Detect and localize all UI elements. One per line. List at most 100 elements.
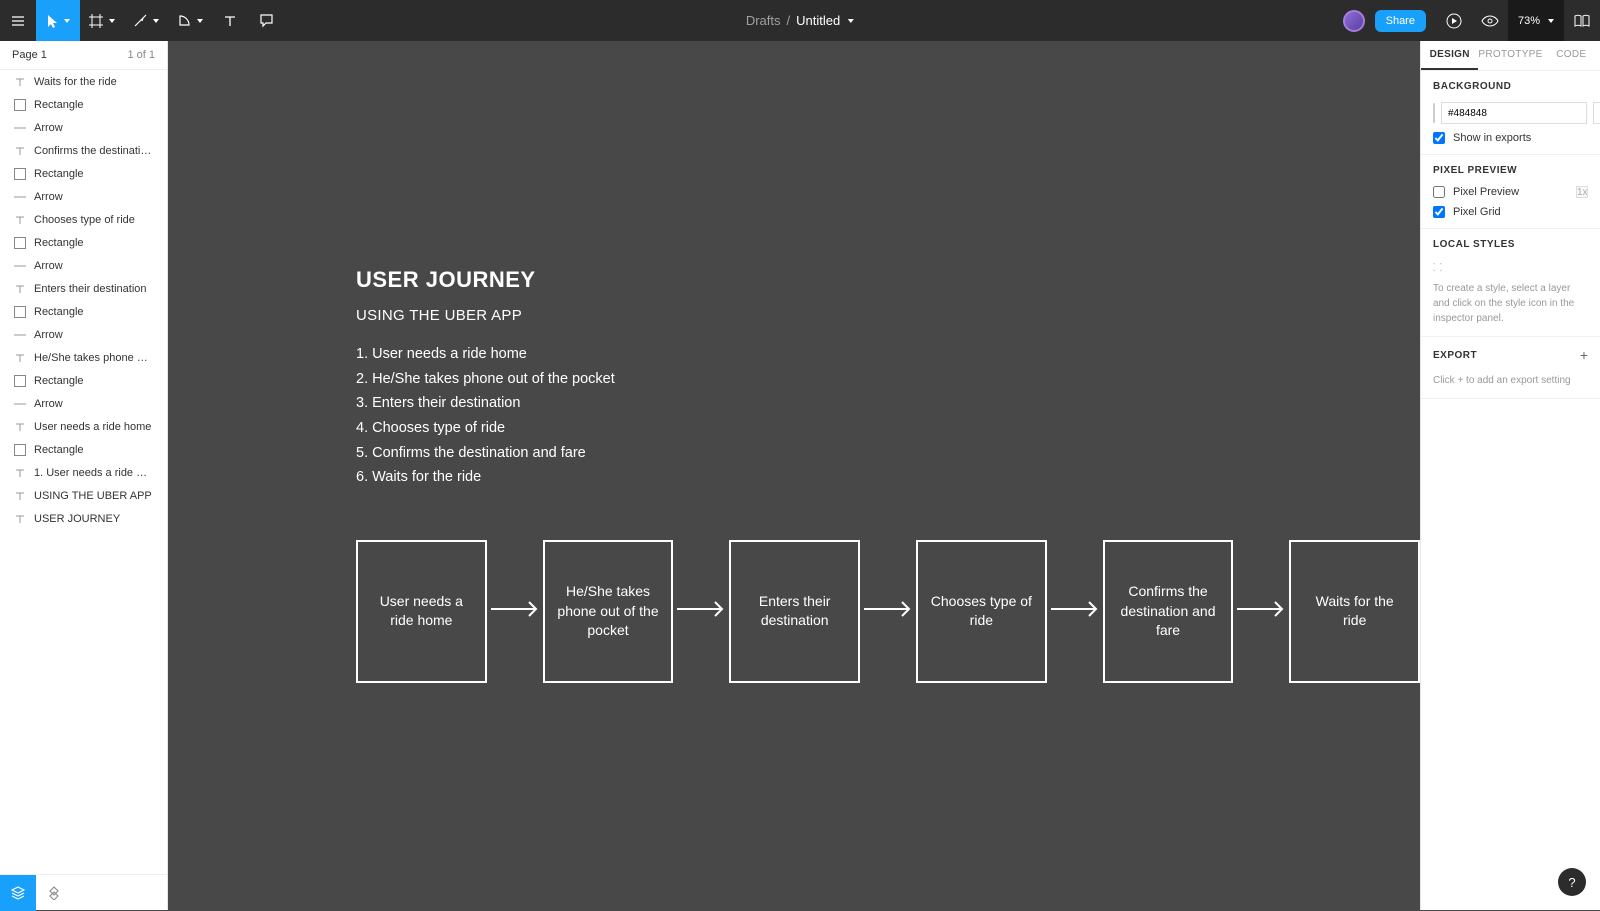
flow-box[interactable]: Chooses type of ride bbox=[916, 540, 1047, 683]
flow-arrow[interactable] bbox=[860, 597, 916, 626]
layer-label: He/She takes phone out of th… bbox=[34, 352, 153, 364]
breadcrumb-sep: / bbox=[786, 13, 790, 28]
show-in-exports-row[interactable]: Show in exports bbox=[1433, 132, 1588, 144]
page-header[interactable]: Page 1 1 of 1 bbox=[0, 41, 167, 70]
layer-item[interactable]: Arrow bbox=[0, 185, 167, 208]
help-icon: ? bbox=[1568, 875, 1575, 890]
menu-button[interactable] bbox=[0, 0, 36, 41]
layer-label: Rectangle bbox=[34, 99, 84, 111]
layer-label: USING THE UBER APP bbox=[34, 490, 152, 502]
library-button[interactable] bbox=[1564, 0, 1600, 41]
show-in-exports-checkbox[interactable] bbox=[1433, 132, 1445, 144]
layer-item[interactable]: USER JOURNEY bbox=[0, 507, 167, 530]
left-footer bbox=[0, 874, 167, 910]
layer-label: Enters their destination bbox=[34, 283, 147, 295]
chevron-down-icon bbox=[153, 19, 159, 23]
rectangle-icon bbox=[14, 306, 26, 318]
layer-item[interactable]: User needs a ride home bbox=[0, 415, 167, 438]
layer-item[interactable]: 1. User needs a ride home 2. … bbox=[0, 461, 167, 484]
layer-item[interactable]: Rectangle bbox=[0, 438, 167, 461]
layer-item[interactable]: USING THE UBER APP bbox=[0, 484, 167, 507]
flow-box[interactable]: Waits for the ride bbox=[1289, 540, 1420, 683]
local-styles-section: LOCAL STYLES ⸬ To create a style, select… bbox=[1421, 229, 1600, 337]
layer-item[interactable]: Arrow bbox=[0, 323, 167, 346]
flow-arrow[interactable] bbox=[1233, 597, 1289, 626]
pixel-preview-label: PIXEL PREVIEW bbox=[1433, 165, 1588, 176]
chevron-down-icon bbox=[109, 19, 115, 23]
canvas[interactable]: USER JOURNEY USING THE UBER APP 1. User … bbox=[168, 41, 1420, 910]
steps-text[interactable]: 1. User needs a ride home2. He/She takes… bbox=[356, 342, 1420, 490]
present-button[interactable] bbox=[1436, 0, 1472, 41]
pen-tool[interactable] bbox=[124, 0, 168, 41]
layer-item[interactable]: Arrow bbox=[0, 254, 167, 277]
layer-item[interactable]: Arrow bbox=[0, 116, 167, 139]
export-label: EXPORT bbox=[1433, 350, 1477, 361]
layer-item[interactable]: Rectangle bbox=[0, 231, 167, 254]
breadcrumb[interactable]: Drafts / Untitled bbox=[746, 13, 854, 28]
rectangle-icon bbox=[14, 168, 26, 180]
layer-item[interactable]: Enters their destination bbox=[0, 277, 167, 300]
layer-item[interactable]: Rectangle bbox=[0, 369, 167, 392]
step-line: 1. User needs a ride home bbox=[356, 342, 1420, 367]
step-line: 6. Waits for the ride bbox=[356, 465, 1420, 490]
local-styles-help: To create a style, select a layer and cl… bbox=[1433, 281, 1588, 326]
pixel-grid-label: Pixel Grid bbox=[1453, 206, 1501, 218]
layer-item[interactable]: Rectangle bbox=[0, 300, 167, 323]
layers-tab-button[interactable] bbox=[0, 875, 36, 911]
flow-box[interactable]: User needs a ride home bbox=[356, 540, 487, 683]
arrow-icon bbox=[14, 191, 26, 203]
layer-item[interactable]: Rectangle bbox=[0, 162, 167, 185]
layer-label: Arrow bbox=[34, 122, 63, 134]
frame-tool[interactable] bbox=[80, 0, 124, 41]
flow-arrow[interactable] bbox=[673, 597, 729, 626]
title-text[interactable]: USER JOURNEY bbox=[356, 267, 1420, 293]
pixel-preview-row[interactable]: Pixel Preview bbox=[1433, 186, 1519, 198]
pixel-preview-check-label: Pixel Preview bbox=[1453, 186, 1519, 198]
share-button[interactable]: Share bbox=[1375, 10, 1426, 32]
text-icon bbox=[14, 214, 26, 226]
help-button[interactable]: ? bbox=[1558, 868, 1586, 896]
bg-swatch[interactable] bbox=[1433, 103, 1435, 123]
top-toolbar: Drafts / Untitled Share 73% bbox=[0, 0, 1600, 41]
page-count: 1 of 1 bbox=[127, 49, 155, 61]
flow-arrow[interactable] bbox=[1047, 597, 1103, 626]
text-icon bbox=[14, 513, 26, 525]
layer-item[interactable]: Rectangle bbox=[0, 93, 167, 116]
pixel-grid-row[interactable]: Pixel Grid bbox=[1433, 206, 1588, 218]
pixel-preview-scale bbox=[1576, 186, 1588, 198]
inspector-panel: DESIGN PROTOTYPE CODE BACKGROUND Show in… bbox=[1420, 41, 1600, 910]
background-section: BACKGROUND Show in exports bbox=[1421, 71, 1600, 155]
bg-hex-input[interactable] bbox=[1441, 102, 1587, 124]
view-button[interactable] bbox=[1472, 0, 1508, 41]
tab-code[interactable]: CODE bbox=[1543, 41, 1600, 70]
subtitle-text[interactable]: USING THE UBER APP bbox=[356, 307, 1420, 324]
layer-item[interactable]: Waits for the ride bbox=[0, 70, 167, 93]
layer-item[interactable]: He/She takes phone out of th… bbox=[0, 346, 167, 369]
layer-item[interactable]: Arrow bbox=[0, 392, 167, 415]
layer-item[interactable]: Confirms the destination and… bbox=[0, 139, 167, 162]
shape-tool[interactable] bbox=[168, 0, 212, 41]
flow-box[interactable]: Enters their destination bbox=[729, 540, 860, 683]
add-export-button[interactable]: + bbox=[1580, 347, 1588, 363]
avatar[interactable] bbox=[1343, 10, 1365, 32]
comment-tool[interactable] bbox=[248, 0, 284, 41]
arrow-icon bbox=[14, 122, 26, 134]
flow-arrow[interactable] bbox=[487, 597, 543, 626]
pixel-grid-checkbox[interactable] bbox=[1433, 206, 1445, 218]
text-tool[interactable] bbox=[212, 0, 248, 41]
breadcrumb-folder: Drafts bbox=[746, 13, 781, 28]
chevron-down-icon bbox=[1548, 19, 1554, 23]
zoom-control[interactable]: 73% bbox=[1508, 0, 1564, 41]
canvas-content: USER JOURNEY USING THE UBER APP 1. User … bbox=[356, 41, 1420, 683]
tab-prototype[interactable]: PROTOTYPE bbox=[1478, 41, 1542, 70]
layer-label: Rectangle bbox=[34, 168, 84, 180]
flow-box[interactable]: He/She takes phone out of the pocket bbox=[543, 540, 674, 683]
assets-tab-button[interactable] bbox=[36, 875, 72, 911]
layer-item[interactable]: Chooses type of ride bbox=[0, 208, 167, 231]
bg-opacity-input[interactable] bbox=[1593, 102, 1600, 124]
tab-design[interactable]: DESIGN bbox=[1421, 41, 1478, 70]
pixel-preview-checkbox[interactable] bbox=[1433, 186, 1445, 198]
move-tool[interactable] bbox=[36, 0, 80, 41]
export-section: EXPORT + Click + to add an export settin… bbox=[1421, 337, 1600, 399]
flow-box[interactable]: Confirms the destination and fare bbox=[1103, 540, 1234, 683]
